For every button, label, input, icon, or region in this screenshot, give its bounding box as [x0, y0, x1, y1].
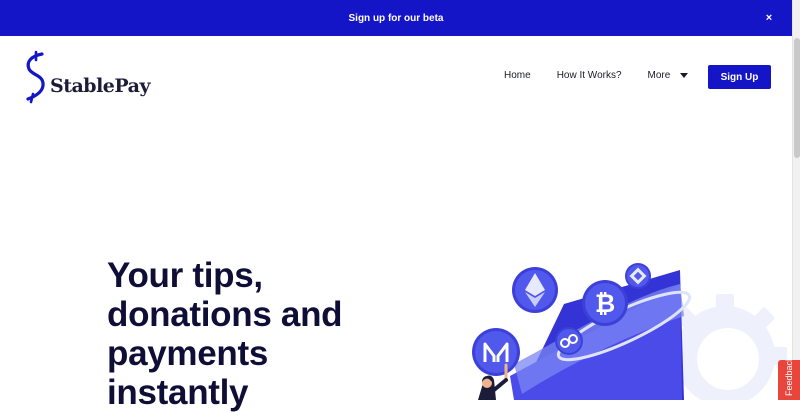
binance-coin-icon [625, 263, 651, 289]
hero-title-line: Your tips, [107, 256, 263, 295]
hero-illustration: ₿ [472, 263, 787, 400]
nav-more-label: More [647, 70, 671, 81]
scrollbar[interactable] [792, 0, 800, 400]
svg-text:₿: ₿ [595, 290, 615, 318]
nav-menu: Home How It Works? More [504, 70, 689, 81]
nav-how-it-works[interactable]: How It Works? [557, 70, 622, 81]
bitcoin-coin-icon: ₿ [582, 280, 628, 326]
signup-button[interactable]: Sign Up [708, 65, 771, 89]
hero-title-line: instantly [107, 373, 249, 412]
chevron-down-icon [680, 73, 689, 78]
close-icon[interactable]: × [763, 12, 775, 24]
hero-title-line: payments [107, 334, 268, 373]
scrollbar-thumb[interactable] [794, 38, 800, 158]
link-coin-icon [555, 327, 583, 355]
navbar: StablePay Home How It Works? More [0, 36, 792, 118]
hero-title-line: donations and [107, 295, 343, 334]
maker-coin-icon [472, 328, 520, 376]
feedback-tab[interactable]: Feedback [778, 360, 800, 400]
feedback-label: Feedback [784, 360, 794, 396]
brand-name: StablePay [50, 75, 151, 97]
hero-title: Your tips, donations and payments instan… [107, 256, 407, 412]
nav-more[interactable]: More [648, 70, 689, 81]
nav-home[interactable]: Home [504, 70, 531, 81]
ethereum-coin-icon [512, 267, 558, 313]
banner-text[interactable]: Sign up for our beta [349, 13, 444, 24]
beta-banner: Sign up for our beta × [0, 0, 792, 36]
stablepay-s-icon [26, 50, 45, 104]
logo[interactable]: StablePay [23, 50, 151, 104]
